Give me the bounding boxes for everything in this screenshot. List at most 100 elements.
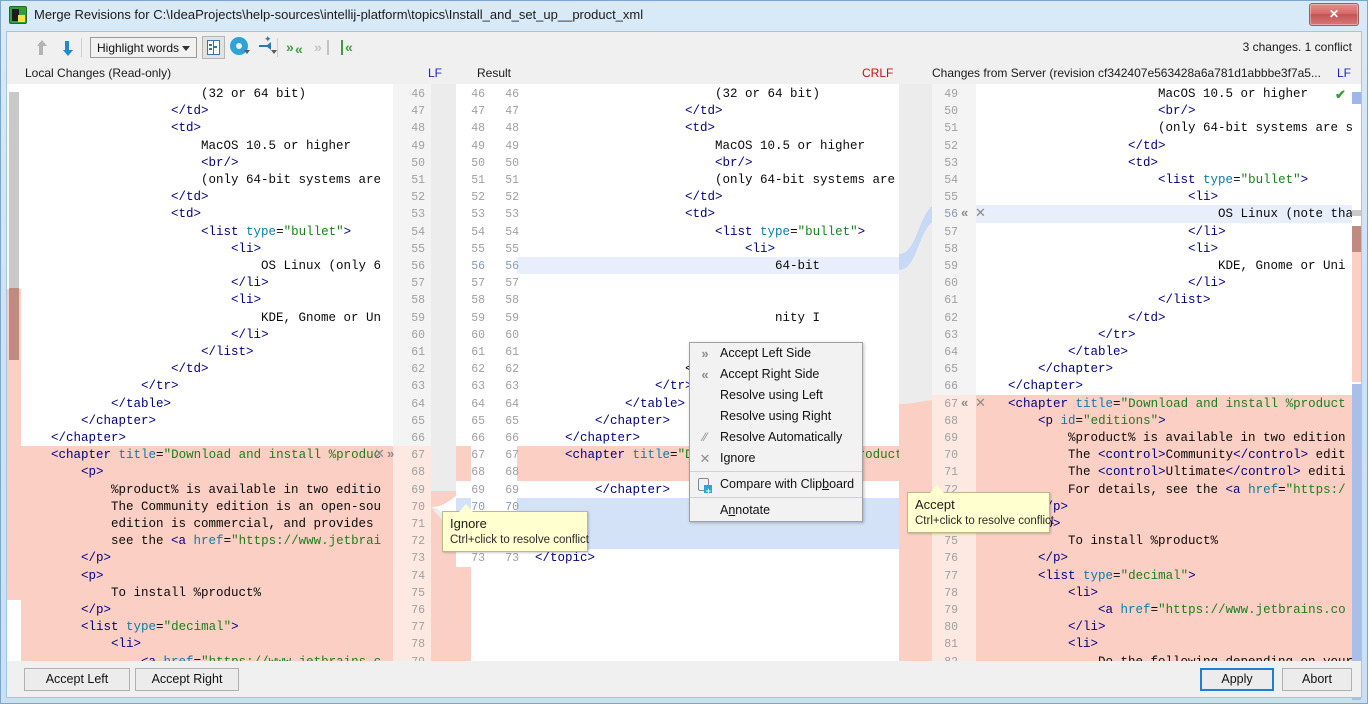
code-line[interactable]: </li> [978,620,1106,634]
change-marker-conflict[interactable] [1352,252,1361,382]
code-line[interactable]: </li> [978,225,1226,239]
accept-left-button[interactable]: Accept Left [24,668,130,691]
code-line[interactable]: see the <a href="https://www.jetbrai [21,534,381,548]
code-line[interactable]: <list type="bullet"> [978,173,1308,187]
code-line[interactable]: %product% is available in two edition [978,431,1346,445]
code-line[interactable]: <li> [21,637,141,651]
code-line[interactable]: KDE, Gnome or Uni [978,259,1346,273]
left-line-separator-label[interactable]: LF [428,66,442,80]
code-line[interactable]: </table> [21,397,171,411]
menu-item-accept-left-side[interactable]: » Accept Left Side [690,343,862,364]
code-line[interactable]: To install %product% [978,534,1218,548]
code-line[interactable]: The <control>Community</control> edit [978,448,1346,462]
code-line[interactable]: </tr> [978,328,1136,342]
code-line[interactable]: </table> [978,345,1128,359]
apply-button[interactable]: Apply [1200,668,1274,691]
code-line[interactable]: KDE, Gnome or Un [21,311,381,325]
code-line[interactable]: </td> [535,104,723,118]
code-line[interactable]: <chapter title="Download and install %pr… [21,448,381,462]
abort-button[interactable]: Abort [1282,668,1352,691]
left-change-marker-strip[interactable] [7,84,21,661]
ignore-conflict-icon[interactable]: ✕ [374,447,385,460]
code-line[interactable]: edition is commercial, and provides [21,517,374,531]
menu-item-annotate[interactable]: Annotate [690,500,862,521]
code-line[interactable]: </chapter> [978,379,1083,393]
code-line[interactable]: </ [535,362,700,376]
code-line[interactable]: (32 or 64 bit) [535,87,820,101]
code-line[interactable]: OS Linux (only 6 [21,259,381,273]
apply-non-conflicting-to-left-button[interactable]: « [337,36,360,59]
menu-item-compare-with-clipboard[interactable]: Compare with Clipboard [690,474,862,495]
code-line[interactable]: OS Linux (note that [978,207,1352,221]
code-line[interactable]: 64-bit [535,259,820,273]
code-line[interactable]: <li> [978,242,1218,256]
code-line[interactable]: </td> [535,190,723,204]
left-editor-pane[interactable]: (32 or 64 bit) </td> <td> MacOS 10.5 or … [21,84,431,661]
menu-item-ignore[interactable]: ✕ Ignore [690,448,862,469]
close-button[interactable]: ✕ [1309,3,1359,26]
code-line[interactable]: </p> [21,551,111,565]
code-line[interactable]: The Community edition is an open-sou [21,500,381,514]
code-line[interactable]: <p> [21,465,104,479]
code-line[interactable]: <list type="decimal"> [21,620,239,634]
code-line[interactable]: (only 64-bit systems are supp [535,173,899,187]
code-line[interactable]: </td> [978,311,1166,325]
accept-left-conflict-icon[interactable]: » [387,447,394,460]
menu-item-resolve-using-left[interactable]: Resolve using Left [690,385,862,406]
code-line[interactable]: <list type="bullet"> [535,225,865,239]
code-line[interactable]: </td> [978,139,1166,153]
apply-non-conflicting-button[interactable]: ✦ [256,36,279,59]
code-line[interactable]: </list> [978,293,1211,307]
code-line[interactable]: </chapter> [21,431,126,445]
code-line[interactable]: <p> [21,569,104,583]
right-editor-pane[interactable]: MacOS 10.5 or higher <br/> (only 64-bit … [932,84,1352,661]
ignore-conflict-icon[interactable]: ✕ [975,396,986,409]
code-line[interactable]: <td> [21,121,201,135]
code-line[interactable]: <li> [978,586,1098,600]
ignore-conflict-icon[interactable]: ✕ [975,206,986,219]
code-line[interactable]: </list> [21,345,254,359]
toggle-split-button[interactable] [202,36,225,59]
settings-button[interactable] [229,36,252,59]
code-line[interactable]: <br/> [978,104,1196,118]
left-scrollbar-thumb-conflict[interactable] [9,288,19,360]
code-line[interactable]: </table> [535,397,685,411]
code-line[interactable]: <a href="https://www.jetbrains.co [978,603,1346,617]
code-line[interactable]: MacOS 10.5 or higher [978,87,1308,101]
menu-item-resolve-automatically[interactable]: ⁄⁄ Resolve Automatically [690,427,862,448]
code-line[interactable]: </chapter> [978,362,1113,376]
accept-right-conflict-icon[interactable]: « [961,206,968,219]
code-line[interactable]: <br/> [21,156,239,170]
code-line[interactable]: <li> [21,242,261,256]
code-line[interactable]: <chapter title="Download and install %pr… [978,397,1346,411]
code-line[interactable]: %product% is available in two editio [21,483,381,497]
code-line[interactable]: </li> [21,328,269,342]
code-line[interactable]: </chapter> [535,414,670,428]
menu-item-accept-right-side[interactable]: « Accept Right Side [690,364,862,385]
conflict-context-menu[interactable]: » Accept Left Side « Accept Right Side R… [689,342,863,522]
highlight-mode-select[interactable]: Highlight words [90,37,197,58]
code-line[interactable]: <li> [978,637,1098,651]
code-line[interactable]: </tr> [21,379,179,393]
code-line[interactable]: <li> [535,242,775,256]
code-line[interactable]: <list type="bullet"> [21,225,351,239]
left-scrollbar-thumb[interactable] [9,92,19,288]
code-line[interactable]: </td> [21,362,209,376]
code-line[interactable]: (only 64-bit systems are [21,173,381,187]
code-line[interactable]: </li> [978,276,1226,290]
change-marker[interactable] [7,360,21,600]
code-line[interactable]: <td> [535,121,715,135]
code-line[interactable]: The <control>Ultimate</control> editi [978,465,1346,479]
code-line[interactable]: <list type="decimal"> [978,569,1196,583]
menu-item-resolve-using-right[interactable]: Resolve using Right [690,406,862,427]
code-line[interactable]: </td> [21,190,209,204]
code-line[interactable]: <td> [21,207,201,221]
code-line[interactable]: To install %product% [21,586,261,600]
code-line[interactable]: </li> [21,276,269,290]
change-marker-inserted[interactable] [1352,92,1361,104]
result-line-separator-label[interactable]: CRLF [862,66,893,80]
change-marker-inserted[interactable] [1352,384,1361,700]
apply-all-non-conflicting-button[interactable]: » « [285,36,308,59]
code-line[interactable]: (32 or 64 bit) [21,87,306,101]
right-scrollbar[interactable] [1352,84,1361,661]
